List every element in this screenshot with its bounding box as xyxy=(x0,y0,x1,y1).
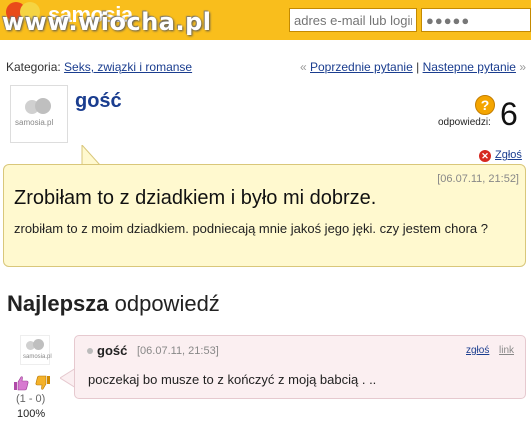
best-answer-heading-bold: Najlepsza xyxy=(7,291,109,316)
answerer-avatar[interactable]: samosia.pl xyxy=(20,335,52,365)
asker-name: gość xyxy=(75,90,122,112)
question-date: [06.07.11, 21:52] xyxy=(437,173,519,185)
next-question-link[interactable]: Nastepne pytanie xyxy=(423,60,516,74)
asker-avatar[interactable]: samosia.pl xyxy=(10,85,68,143)
report-question-link[interactable]: Zgłoś xyxy=(495,149,522,161)
category-link[interactable]: Seks, związki i romanse xyxy=(64,60,192,74)
password-input[interactable] xyxy=(421,8,531,32)
prev-arrow: « xyxy=(299,60,307,74)
vote-count: (1 - 0) xyxy=(16,393,46,405)
nav-separator: | xyxy=(416,60,420,74)
prev-question-link[interactable]: Poprzednie pytanie xyxy=(310,60,413,74)
category-label: Kategoria: xyxy=(6,60,61,74)
vote-percent: 100% xyxy=(17,408,46,420)
best-answer-heading-rest: odpowiedź xyxy=(108,291,220,316)
thumbs-up-icon[interactable] xyxy=(13,375,29,391)
question-nav: « Poprzednie pytanie | Nastepne pytanie … xyxy=(300,60,526,74)
avatar-caption: samosia.pl xyxy=(23,354,52,360)
top-bar: samosia www.wiocha.pl xyxy=(0,0,531,40)
question-title: Zrobiłam to z dziadkiem i było mi dobrze… xyxy=(14,187,377,209)
next-arrow: » xyxy=(519,60,526,74)
answers-label: odpowiedzi: xyxy=(438,117,491,128)
bullet-icon xyxy=(87,348,93,354)
avatar-caption: samosia.pl xyxy=(15,118,54,127)
answerer-name: gość xyxy=(97,343,128,358)
answer-date: [06.07.11, 21:53] xyxy=(137,345,219,357)
answers-count: 6 xyxy=(500,96,518,132)
report-icon[interactable]: ✕ xyxy=(479,150,491,162)
answer-box: gość [06.07.11, 21:53] zgłoś link poczek… xyxy=(74,335,526,399)
category-row: Kategoria: Seks, związki i romanse « Pop… xyxy=(6,60,526,74)
question-mark-icon: ? xyxy=(475,95,495,115)
question-box: [06.07.11, 21:52] Zrobiłam to z dziadkie… xyxy=(3,164,526,267)
report-answer-link[interactable]: zgłoś xyxy=(466,345,489,356)
thumbs-down-icon[interactable] xyxy=(35,375,51,391)
question-body: zrobiłam to z moim dziadkiem. podniecają… xyxy=(14,221,488,236)
answer-body: poczekaj bo musze to z kończyć z moją ba… xyxy=(88,372,377,387)
answer-permalink[interactable]: link xyxy=(499,345,514,356)
site-logo[interactable]: samosia www.wiocha.pl xyxy=(0,0,212,40)
watermark: www.wiocha.pl xyxy=(2,8,212,36)
best-answer-heading: Najlepsza odpowiedź xyxy=(7,291,220,317)
email-login-input[interactable] xyxy=(289,8,417,32)
